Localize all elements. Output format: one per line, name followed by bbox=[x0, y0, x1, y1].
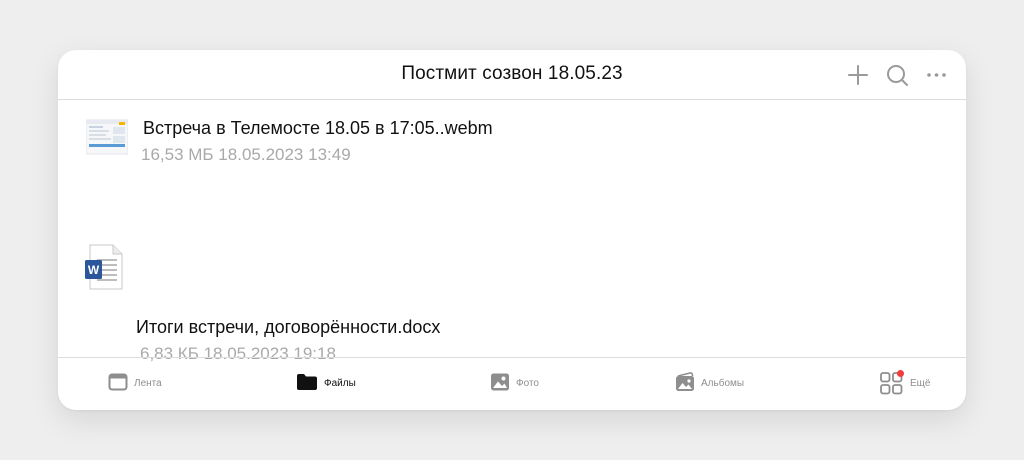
app-window: Постмит созвон 18.05.23 Встреча в Телемо… bbox=[58, 50, 966, 410]
search-icon bbox=[887, 65, 908, 86]
tab-label: Альбомы bbox=[701, 378, 745, 389]
video-thumbnail bbox=[85, 114, 129, 160]
add-button[interactable] bbox=[845, 62, 871, 88]
file-meta: 16,53 МБ 18.05.2023 13:49 bbox=[141, 145, 351, 164]
tab-photo[interactable]: Фото bbox=[490, 372, 560, 396]
feed-icon bbox=[108, 373, 128, 391]
page-title: Постмит созвон 18.05.23 bbox=[401, 63, 623, 84]
header-bar: Постмит созвон 18.05.23 bbox=[58, 50, 966, 100]
tab-more[interactable]: Ещё bbox=[880, 370, 950, 396]
word-doc-icon-graphic: W bbox=[84, 244, 124, 295]
tab-albums[interactable]: Альбомы bbox=[675, 372, 765, 396]
notification-badge bbox=[897, 370, 904, 377]
albums-icon bbox=[676, 372, 694, 391]
svg-text:W: W bbox=[88, 263, 100, 277]
folder-icon bbox=[297, 374, 317, 390]
plus-icon bbox=[848, 65, 868, 85]
file-name: Встреча в Телемосте 18.05 в 17:05..webm bbox=[143, 118, 493, 138]
tab-label: Ещё bbox=[910, 378, 931, 389]
tab-feed[interactable]: Лента bbox=[108, 372, 178, 396]
file-row-webm[interactable]: Встреча в Телемосте 18.05 в 17:05..webm … bbox=[58, 100, 966, 168]
photo-icon bbox=[491, 373, 509, 391]
file-list: Встреча в Телемосте 18.05 в 17:05..webm … bbox=[58, 100, 966, 363]
tab-files[interactable]: Файлы bbox=[296, 372, 376, 396]
bottom-tab-bar: Лента Файлы Фото Альбомы Ещё bbox=[58, 357, 966, 410]
more-icon bbox=[927, 73, 946, 77]
tab-label: Фото bbox=[516, 378, 539, 389]
file-row-docx[interactable]: W Итоги встречи, договорённости.docx 6,8… bbox=[58, 174, 966, 363]
tab-label: Файлы bbox=[324, 378, 356, 389]
search-button[interactable] bbox=[884, 62, 910, 88]
file-name: Итоги встречи, договорённости.docx bbox=[136, 317, 441, 337]
more-button[interactable] bbox=[924, 62, 950, 88]
tab-label: Лента bbox=[134, 378, 162, 389]
